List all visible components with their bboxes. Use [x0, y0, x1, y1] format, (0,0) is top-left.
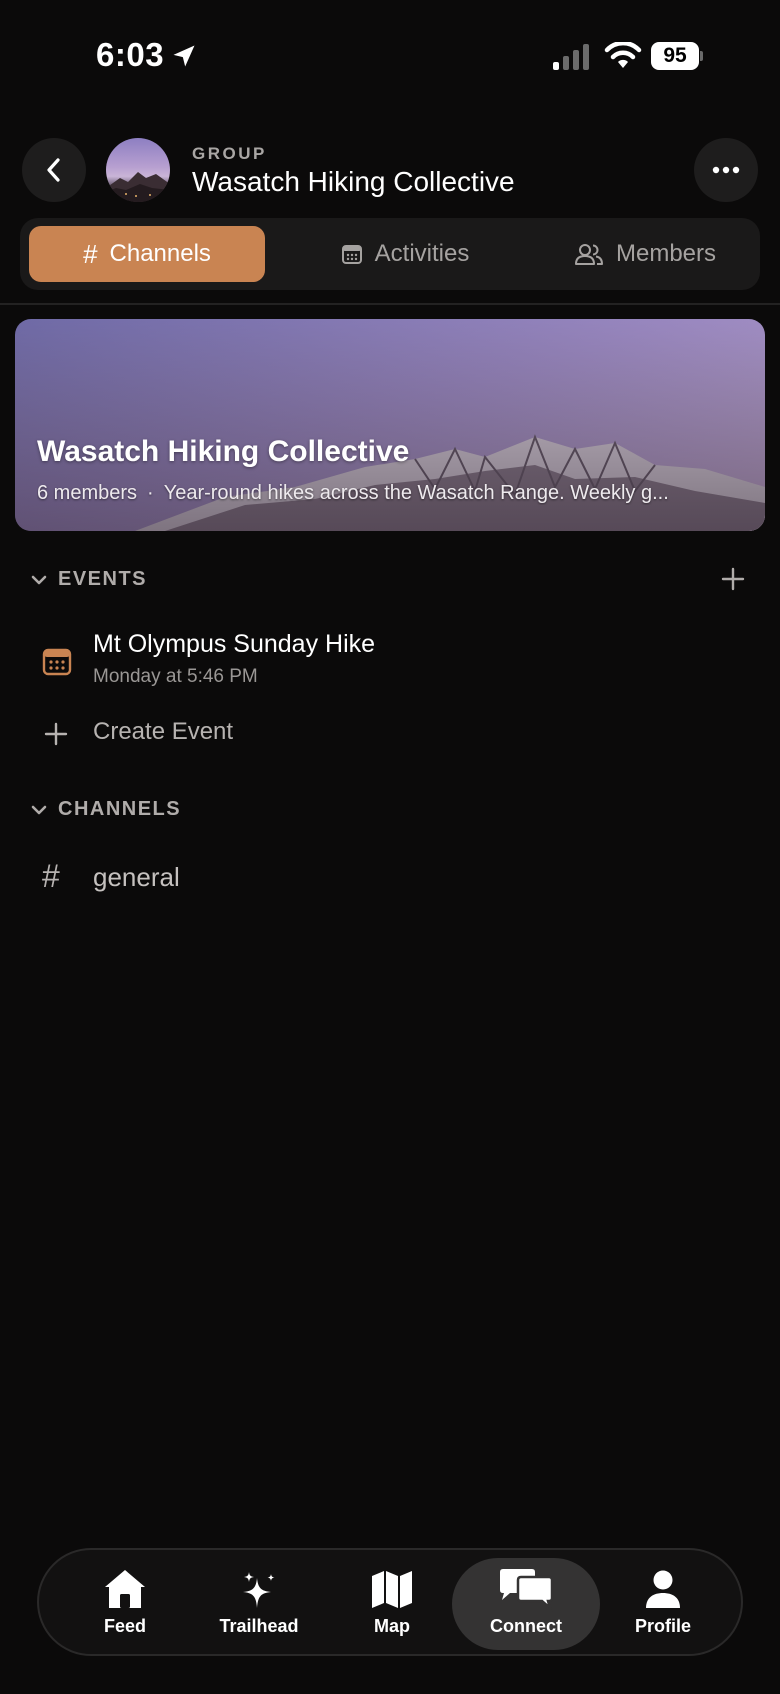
- nav-label: Connect: [490, 1616, 562, 1636]
- channel-name: general: [93, 862, 180, 892]
- person-icon: [646, 1570, 680, 1608]
- tab-channels[interactable]: # Channels: [29, 226, 265, 282]
- tab-activities[interactable]: Activities: [290, 226, 520, 282]
- separator-dot: ·: [147, 482, 154, 504]
- location-arrow-icon: [173, 45, 195, 67]
- channels-section-toggle[interactable]: CHANNELS: [30, 798, 181, 821]
- nav-connect[interactable]: Connect: [452, 1558, 600, 1650]
- event-title: Mt Olympus Sunday Hike: [93, 630, 376, 658]
- nav-feed[interactable]: Feed: [60, 1558, 190, 1650]
- plus-icon: [44, 722, 68, 746]
- hash-icon: #: [42, 858, 60, 894]
- event-time: Monday at 5:46 PM: [93, 666, 258, 687]
- group-avatar[interactable]: [106, 138, 170, 202]
- tab-label: Channels: [109, 240, 211, 267]
- battery-tip: [700, 51, 703, 61]
- create-event-button[interactable]: Create Event: [30, 716, 750, 750]
- home-icon: [105, 1570, 145, 1608]
- section-heading: EVENTS: [58, 568, 148, 590]
- nav-label: Trailhead: [219, 1616, 299, 1636]
- more-options-button[interactable]: [694, 138, 758, 202]
- chevron-down-icon: [31, 575, 47, 584]
- group-tabs: # Channels Activities Members: [20, 218, 760, 290]
- hash-icon: #: [83, 238, 98, 269]
- battery-level: 95: [651, 42, 699, 70]
- events-section-toggle[interactable]: EVENTS: [30, 568, 147, 591]
- bottom-nav: Feed Trailhead Map Connect Profile: [37, 1548, 743, 1656]
- tab-label: Activities: [374, 240, 470, 267]
- tab-members[interactable]: Members: [530, 226, 760, 282]
- ellipsis-icon: [712, 166, 740, 174]
- chevron-down-icon: [31, 805, 47, 814]
- chevron-left-icon: [47, 158, 60, 182]
- header-eyebrow: GROUP: [192, 144, 267, 163]
- sparkles-icon: [243, 1572, 275, 1608]
- back-button[interactable]: [22, 138, 86, 202]
- event-item[interactable]: Mt Olympus Sunday Hike Monday at 5:46 PM: [30, 626, 750, 696]
- nav-profile[interactable]: Profile: [598, 1558, 728, 1650]
- create-event-label: Create Event: [93, 718, 234, 745]
- banner-meta: 6 members · Year-round hikes across the Wa…: [37, 482, 757, 505]
- mountain-avatar-image: [106, 172, 170, 202]
- cellular-signal-icon: [553, 44, 589, 70]
- wifi-icon: [604, 42, 642, 68]
- nav-label: Map: [374, 1616, 410, 1636]
- channel-item-general[interactable]: # general: [30, 858, 750, 898]
- nav-label: Feed: [103, 1616, 146, 1636]
- group-banner: Wasatch Hiking Collective 6 members · Year…: [15, 319, 765, 531]
- nav-label: Profile: [634, 1616, 691, 1636]
- section-heading: CHANNELS: [58, 798, 182, 820]
- member-count: 6 members: [37, 482, 138, 504]
- group-description: Year-round hikes across the Wasatch Rang…: [163, 482, 669, 504]
- chat-bubbles-icon: [500, 1569, 554, 1612]
- battery-indicator: 95: [651, 42, 703, 70]
- banner-title: Wasatch Hiking Collective: [37, 435, 410, 468]
- divider: [0, 303, 780, 305]
- status-time: 6:03: [96, 36, 165, 73]
- people-icon: [574, 244, 603, 265]
- page-title: Wasatch Hiking Collective: [192, 166, 515, 197]
- map-icon: [372, 1571, 412, 1608]
- calendar-icon: [42, 648, 72, 676]
- status-bar: 6:03 95: [0, 0, 780, 110]
- nav-trailhead[interactable]: Trailhead: [194, 1558, 324, 1650]
- calendar-icon: [341, 245, 362, 264]
- nav-map[interactable]: Map: [327, 1558, 457, 1650]
- tab-label: Members: [615, 240, 717, 267]
- add-icon[interactable]: [720, 566, 746, 592]
